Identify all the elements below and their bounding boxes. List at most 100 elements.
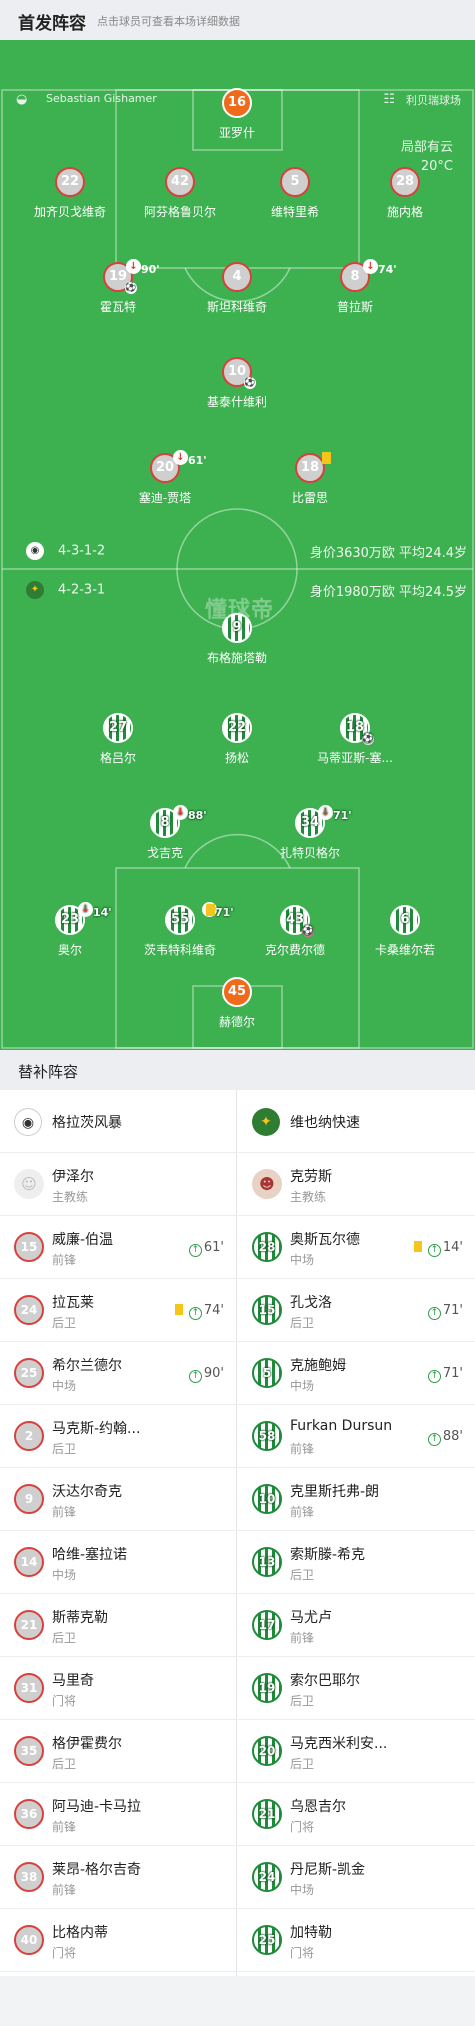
home-player[interactable]: 42 阿芬格鲁贝尔 <box>120 167 240 220</box>
substitute-row[interactable]: 14 哈维-塞拉诺 中场 <box>0 1531 236 1594</box>
home-player[interactable]: 4 斯坦科维奇 <box>177 262 297 315</box>
home-player[interactable]: 22 加齐贝戈维奇 <box>10 167 130 220</box>
substitute-row[interactable]: 21 斯蒂克勒 后卫 <box>0 1594 236 1657</box>
substitute-row[interactable]: 58 Furkan Dursun 前锋 ↑ 88' <box>238 1405 475 1468</box>
substitute-row[interactable]: 9 沃达尔奇克 前锋 <box>0 1468 236 1531</box>
away-player[interactable]: 8 ↓ 88' 戈吉克 <box>105 805 225 861</box>
coach-avatar-icon: ☻ <box>252 1169 282 1199</box>
jersey-number-text: 28 <box>395 174 415 189</box>
substitute-row[interactable]: 17 马尤卢 前锋 <box>238 1594 475 1657</box>
substitute-row[interactable]: 10 克里斯托弗-朗 前锋 <box>238 1468 475 1531</box>
jersey-number: 21 <box>14 1610 44 1640</box>
away-player[interactable]: 43 ⚽ 克尔费尔德 <box>235 905 355 958</box>
home-coach-role: 主教练 <box>52 1190 89 1204</box>
sub-in-arrow-icon: ↑ <box>427 1433 441 1446</box>
substitute-row[interactable]: 35 格伊霍费尔 后卫 <box>0 1720 236 1783</box>
jersey-number: 2 <box>14 1421 44 1451</box>
yellow-card-icon <box>206 904 215 916</box>
substitute-row[interactable]: 25 希尔兰德尔 中场 ↑ 90' <box>0 1342 236 1405</box>
substitute-row[interactable]: 20 马克西米利安... 后卫 <box>238 1720 475 1783</box>
home-player[interactable]: 5 维特里希 <box>235 167 355 220</box>
substitute-row[interactable]: 38 莱昂-格尔吉奇 前锋 <box>0 1846 236 1909</box>
jersey-number-text: 10 <box>227 364 247 379</box>
substitutes-header: 替补阵容 <box>0 1050 475 1090</box>
substitute-position: 中场 <box>52 1379 77 1393</box>
away-formation: ✦ 4-2-3-1 <box>26 581 105 599</box>
substitute-name: 克里斯托弗-朗 <box>290 1484 380 1500</box>
substitute-row[interactable]: 19 索尔巴耶尔 后卫 <box>238 1657 475 1720</box>
substitute-row[interactable]: 25 加特勒 门将 <box>238 1909 475 1972</box>
rapid-wien-logo-icon: ✦ <box>252 1108 280 1136</box>
substitute-row[interactable]: 28 奥斯瓦尔德 中场 ↑ 14' <box>238 1216 475 1279</box>
home-player[interactable]: 19 ↓ 90' ⚽ 霍瓦特 <box>58 259 178 315</box>
home-coach-name: 伊泽尔 <box>52 1169 94 1185</box>
jersey-number: 38 <box>14 1862 44 1892</box>
substitute-row[interactable]: 2 马克斯-约翰... 后卫 <box>0 1405 236 1468</box>
away-player[interactable]: 23 ↓ 14' 奥尔 <box>10 902 130 958</box>
home-squad-value: 身价3630万欧 平均24.4岁 <box>309 546 467 561</box>
substitute-position: 中场 <box>290 1379 315 1393</box>
substitute-name: 索斯滕-希克 <box>290 1547 366 1563</box>
substitute-position: 前锋 <box>52 1820 77 1834</box>
jersey-number: 40 <box>14 1925 44 1955</box>
home-player[interactable]: 8 ↓ 74' 普拉斯 <box>295 259 415 315</box>
substitute-position: 前锋 <box>52 1505 77 1519</box>
substitute-row[interactable]: 13 索斯滕-希克 后卫 <box>238 1531 475 1594</box>
substitute-row[interactable]: 5 克施鲍姆 中场 ↑ 71' <box>238 1342 475 1405</box>
referee-name: Sebastian Gishamer <box>46 92 157 105</box>
substitute-row[interactable]: 21 乌恩吉尔 门将 <box>238 1783 475 1846</box>
substitute-row[interactable]: 36 阿马迪-卡马拉 前锋 <box>0 1783 236 1846</box>
home-substitutes-column: ◉ 格拉茨风暴 ☺ 伊泽尔 主教练 15 威廉-伯温 前锋 ↑ 61' 24 拉瓦莱 后卫 ↑ 7… <box>0 1090 237 1976</box>
home-player[interactable]: 10 ⚽ 基泰什维利 <box>177 357 297 410</box>
away-player[interactable]: 9 布格施塔勒 <box>177 613 297 666</box>
substitute-position: 后卫 <box>290 1568 315 1582</box>
away-player[interactable]: 18 ⚽ 马蒂亚斯-塞... <box>295 713 415 766</box>
substitute-name: 拉瓦莱 <box>52 1295 94 1311</box>
substitute-name: 丹尼斯-凯金 <box>290 1862 366 1878</box>
jersey-number-text: 42 <box>170 174 190 189</box>
jersey-number: 20 <box>252 1736 282 1766</box>
substitute-row[interactable]: 40 比格内蒂 门将 <box>0 1909 236 1972</box>
jersey-number: 36 <box>14 1799 44 1829</box>
player-name: 布格施塔勒 <box>206 651 267 665</box>
weather-condition: 局部有云 <box>400 140 453 155</box>
jersey-number: 15 <box>14 1232 44 1262</box>
away-player[interactable]: 27 格吕尔 <box>58 713 178 766</box>
jersey-number: 17 <box>252 1610 282 1640</box>
player-name: 加齐贝戈维奇 <box>33 205 106 219</box>
home-player[interactable]: 20 ↓ 61' 塞迪-贾塔 <box>105 450 225 506</box>
away-player[interactable]: 55↓71' 茨韦特科维奇 <box>120 902 240 958</box>
jersey-number: 28 <box>252 1232 282 1262</box>
jersey-number-text: 19 <box>108 269 128 284</box>
substitute-row[interactable]: 31 马里奇 门将 <box>0 1657 236 1720</box>
pitch: ◒ Sebastian Gishamer ☷ 利贝瑞球场 局部有云 20°C 懂… <box>0 40 475 1050</box>
away-player[interactable]: 34 ↓ 71' 扎特贝格尔 <box>250 805 370 861</box>
home-player[interactable]: 18 比雷思 <box>250 452 370 506</box>
jersey-number-text: 4 <box>232 269 242 284</box>
away-team-row[interactable]: ✦ 维也纳快速 <box>238 1090 475 1153</box>
home-player[interactable]: 16 亚罗什 <box>177 88 297 141</box>
substitute-row[interactable]: 24 丹尼斯-凯金 中场 <box>238 1846 475 1909</box>
substitute-row[interactable]: 15 威廉-伯温 前锋 ↑ 61' <box>0 1216 236 1279</box>
home-player[interactable]: 28 施内格 <box>345 167 465 220</box>
away-coach-row[interactable]: ☻ 克劳斯 主教练 <box>238 1153 475 1216</box>
home-coach-row[interactable]: ☺ 伊泽尔 主教练 <box>0 1153 236 1216</box>
away-player[interactable]: 22 扬松 <box>177 713 297 766</box>
substitute-row[interactable]: 15 孔戈洛 后卫 ↑ 71' <box>238 1279 475 1342</box>
sub-in-status: ↑ 61' <box>188 1240 224 1257</box>
away-coach-role: 主教练 <box>290 1190 327 1204</box>
substitution-minute: 71' <box>333 809 352 822</box>
yellow-card-icon <box>413 1241 422 1252</box>
goal-ball-icon: ⚽ <box>125 282 137 294</box>
jersey-number: 8 ↓ 74' <box>340 259 397 292</box>
substitute-row[interactable]: 24 拉瓦莱 后卫 ↑ 74' <box>0 1279 236 1342</box>
player-name: 卡桑维尔若 <box>374 943 435 957</box>
sub-in-arrow-icon: ↑ <box>427 1370 441 1383</box>
sub-in-arrow-icon: ↑ <box>427 1244 441 1257</box>
away-player[interactable]: 45 赫德尔 <box>177 977 297 1030</box>
jersey-number: 10 ⚽ <box>222 357 256 389</box>
home-team-row[interactable]: ◉ 格拉茨风暴 <box>0 1090 236 1153</box>
away-player[interactable]: 6 卡桑维尔若 <box>345 905 465 958</box>
substitute-name: 马克斯-约翰... <box>52 1421 141 1437</box>
substitution-minute: 71' <box>215 906 234 919</box>
